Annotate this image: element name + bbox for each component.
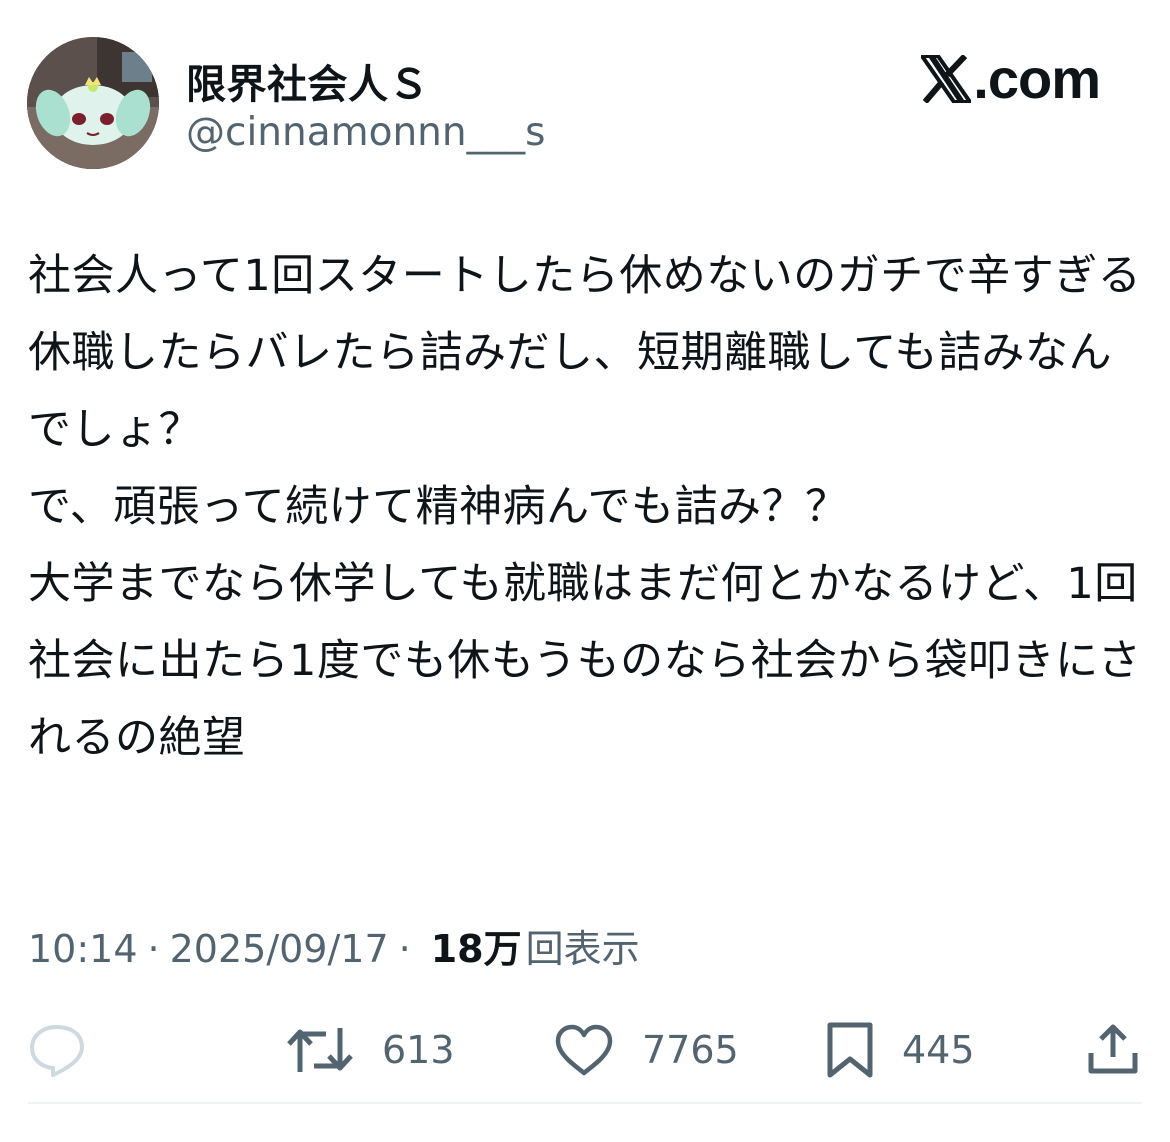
brand-logo: .com: [921, 47, 1101, 110]
avatar-image: [27, 37, 159, 169]
avatar[interactable]: [27, 37, 159, 169]
tweet-date[interactable]: 2025/09/17: [170, 927, 389, 971]
heart-icon: [554, 1023, 614, 1077]
reply-icon: [28, 1023, 86, 1077]
meta-separator: ·: [147, 927, 160, 971]
meta-separator: ·: [398, 927, 411, 971]
user-handle[interactable]: @cinnamonnn___s: [186, 110, 545, 155]
tweet-text: 社会人って1回スタートしたら休めないのガチで辛すぎる 休職したらバレたら詰みだし…: [28, 251, 1142, 763]
views-count: 18万: [430, 927, 522, 971]
views-label: 回表示: [525, 927, 640, 971]
retweet-button[interactable]: 613: [286, 1020, 455, 1080]
display-name[interactable]: 限界社会人Ｓ: [186, 52, 429, 110]
share-icon: [1086, 1023, 1140, 1077]
bookmark-icon: [826, 1021, 874, 1079]
retweet-count: 613: [382, 1028, 455, 1072]
tweet-time[interactable]: 10:14: [28, 927, 138, 971]
bottom-divider: [28, 1102, 1142, 1104]
reply-button[interactable]: [28, 1020, 86, 1080]
x-logo-icon: [921, 55, 972, 103]
tweet-metadata: 10:14 · 2025/09/17 · 18万 回表示: [28, 918, 640, 973]
brand-domain-text: .com: [973, 47, 1101, 110]
like-count: 7765: [642, 1028, 739, 1072]
action-bar: 613 7765 445: [0, 1010, 1170, 1090]
share-button[interactable]: [1086, 1020, 1140, 1080]
bookmark-count: 445: [902, 1028, 975, 1072]
retweet-icon: [286, 1022, 354, 1078]
tweet-header: 限界社会人Ｓ @cinnamonnn___s .com: [0, 0, 1170, 200]
bookmark-button[interactable]: 445: [826, 1020, 975, 1080]
like-button[interactable]: 7765: [554, 1020, 739, 1080]
